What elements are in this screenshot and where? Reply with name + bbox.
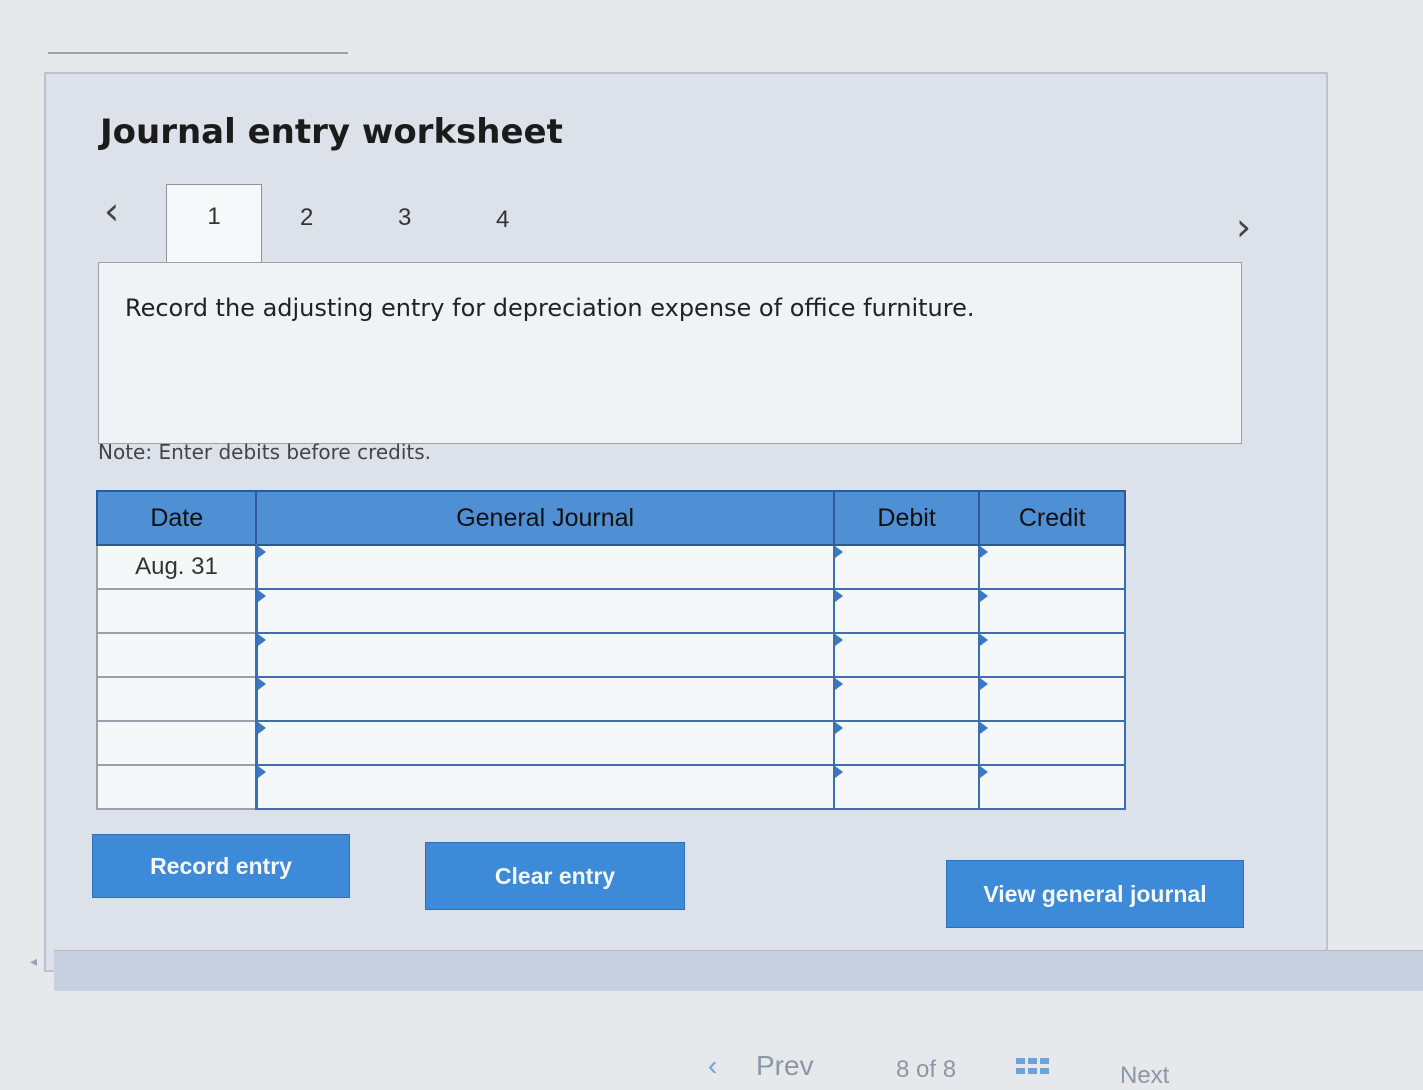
input-marker-icon (834, 678, 843, 690)
debit-input[interactable] (832, 764, 981, 810)
credit-input[interactable] (978, 632, 1126, 678)
account-input[interactable] (255, 632, 835, 678)
table-row (95, 632, 1126, 678)
table-row: Aug. 31 (95, 544, 1126, 590)
debit-input[interactable] (832, 588, 981, 634)
prev-page-link[interactable]: Prev (756, 1050, 814, 1082)
input-marker-icon (980, 678, 989, 690)
account-input[interactable] (255, 676, 835, 722)
prompt-box (98, 262, 1242, 444)
chevron-left-icon[interactable]: ‹ (104, 192, 119, 230)
prompt-text: Record the adjusting entry for depreciat… (125, 294, 975, 322)
credit-input[interactable] (978, 720, 1126, 766)
tab-4[interactable]: 4 (496, 206, 509, 234)
credit-input[interactable] (978, 544, 1126, 590)
input-marker-icon (980, 546, 989, 558)
debit-input[interactable] (832, 676, 981, 722)
tab-2[interactable]: 2 (300, 204, 313, 232)
table-row (95, 764, 1126, 810)
input-marker-icon (834, 722, 843, 734)
input-marker-icon (834, 634, 843, 646)
date-cell (95, 676, 258, 722)
input-marker-icon (980, 634, 989, 646)
date-cell (95, 764, 258, 810)
horizontal-scrollbar[interactable] (54, 950, 1423, 991)
input-marker-icon (834, 766, 843, 778)
tab-3[interactable]: 3 (398, 204, 411, 232)
dropdown-marker-icon (257, 766, 266, 778)
credit-header: Credit (978, 490, 1126, 546)
credit-input[interactable] (978, 676, 1126, 722)
input-marker-icon (980, 590, 989, 602)
table-header-row: Date General Journal Debit Credit (95, 490, 1126, 546)
date-cell (95, 720, 258, 766)
grid-icon[interactable] (1016, 1058, 1050, 1076)
scroll-left-icon[interactable]: ◂ (30, 954, 37, 970)
input-marker-icon (980, 766, 989, 778)
top-divider (48, 52, 348, 54)
date-header: Date (95, 490, 258, 546)
chevron-left-icon[interactable]: ‹ (708, 1050, 717, 1082)
table-row (95, 676, 1126, 722)
dropdown-marker-icon (257, 590, 266, 602)
date-cell (95, 632, 258, 678)
dropdown-marker-icon (257, 678, 266, 690)
view-general-journal-button[interactable]: View general journal (946, 860, 1244, 928)
account-input[interactable] (255, 720, 835, 766)
account-input[interactable] (255, 544, 835, 590)
page-title: Journal entry worksheet (100, 112, 563, 152)
table-body: Aug. 31 (95, 544, 1126, 810)
record-entry-button[interactable]: Record entry (92, 834, 350, 898)
instruction-note: Note: Enter debits before credits. (98, 440, 432, 464)
dropdown-marker-icon (257, 634, 266, 646)
input-marker-icon (980, 722, 989, 734)
date-cell (95, 588, 258, 634)
account-input[interactable] (255, 588, 835, 634)
credit-input[interactable] (978, 764, 1126, 810)
chevron-right-icon[interactable]: › (1236, 208, 1251, 246)
dropdown-marker-icon (257, 722, 266, 734)
next-page-link[interactable]: Next (1120, 1062, 1169, 1090)
general-journal-header: General Journal (255, 490, 835, 546)
date-cell: Aug. 31 (95, 544, 258, 590)
table-row (95, 720, 1126, 766)
debit-input[interactable] (832, 544, 981, 590)
dropdown-marker-icon (257, 546, 266, 558)
journal-table: Date General Journal Debit Credit Aug. 3… (95, 490, 1126, 810)
account-input[interactable] (255, 764, 835, 810)
clear-entry-button[interactable]: Clear entry (425, 842, 685, 910)
input-marker-icon (834, 546, 843, 558)
credit-input[interactable] (978, 588, 1126, 634)
table-row (95, 588, 1126, 634)
tab-1[interactable]: 1 (166, 184, 262, 266)
debit-input[interactable] (832, 720, 981, 766)
input-marker-icon (834, 590, 843, 602)
debit-header: Debit (832, 490, 981, 546)
debit-input[interactable] (832, 632, 981, 678)
